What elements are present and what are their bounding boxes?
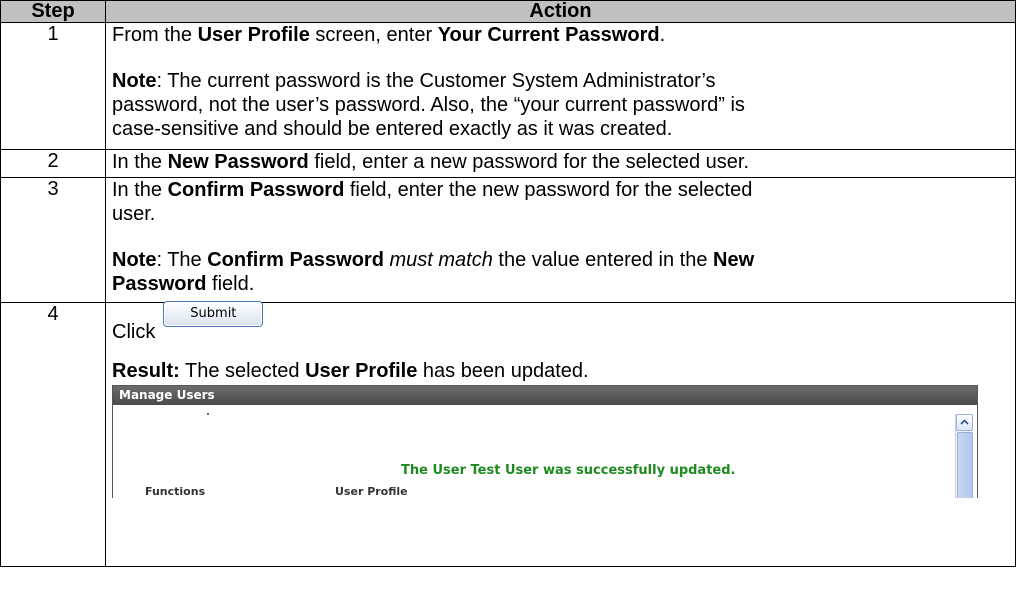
- result-text: Result: The selected User Profile has be…: [112, 360, 589, 382]
- manage-users-screenshot: Manage Users The User Test User was succ…: [112, 385, 978, 498]
- step-number: 3: [0, 177, 106, 303]
- header-step: Step: [0, 0, 106, 23]
- action-cell: In the New Password field, enter a new p…: [105, 149, 1016, 178]
- instruction-text: In the Confirm Password field, enter the…: [112, 179, 753, 225]
- instruction-text: From the User Profile screen, enter Your…: [112, 24, 666, 46]
- note-text: Note: The current password is the Custom…: [112, 70, 745, 140]
- submit-button[interactable]: Submit: [163, 301, 264, 327]
- scroll-thumb[interactable]: [957, 432, 973, 498]
- click-text: Click: [112, 321, 156, 343]
- success-message: The User Test User was successfully upda…: [401, 463, 736, 478]
- table-header-row: Step Action: [0, 0, 1016, 23]
- functions-heading: Functions: [145, 485, 206, 498]
- action-cell: In the Confirm Password field, enter the…: [105, 177, 1016, 303]
- user-profile-heading: User Profile: [335, 485, 408, 498]
- action-cell: Click Submit Result: The selected User P…: [105, 301, 1016, 567]
- table-row: 1 From the User Profile screen, enter Yo…: [0, 22, 1016, 150]
- table-row: 4 Click Submit Result: The selected User…: [0, 301, 1016, 567]
- note-label: Note: [112, 70, 157, 92]
- table-row: 3 In the Confirm Password field, enter t…: [0, 177, 1016, 303]
- result-label: Result:: [112, 360, 180, 382]
- note-text: Note: The Confirm Password must match th…: [112, 249, 755, 295]
- step-number: 4: [0, 302, 106, 567]
- vertical-scrollbar[interactable]: [955, 414, 973, 498]
- chevron-up-icon[interactable]: [956, 414, 973, 431]
- note-label: Note: [112, 249, 157, 271]
- step-number: 2: [0, 149, 106, 178]
- instruction-text: In the New Password field, enter a new p…: [112, 151, 750, 173]
- header-action: Action: [105, 0, 1016, 23]
- action-cell: From the User Profile screen, enter Your…: [105, 22, 1016, 150]
- click-instruction: Click Submit: [112, 301, 1009, 343]
- procedure-table: Step Action 1 From the User Profile scre…: [0, 0, 1016, 567]
- panel-title: Manage Users: [113, 386, 977, 405]
- decorative-dot: [207, 413, 209, 415]
- table-row: 2 In the New Password field, enter a new…: [0, 149, 1016, 178]
- step-number: 1: [0, 22, 106, 150]
